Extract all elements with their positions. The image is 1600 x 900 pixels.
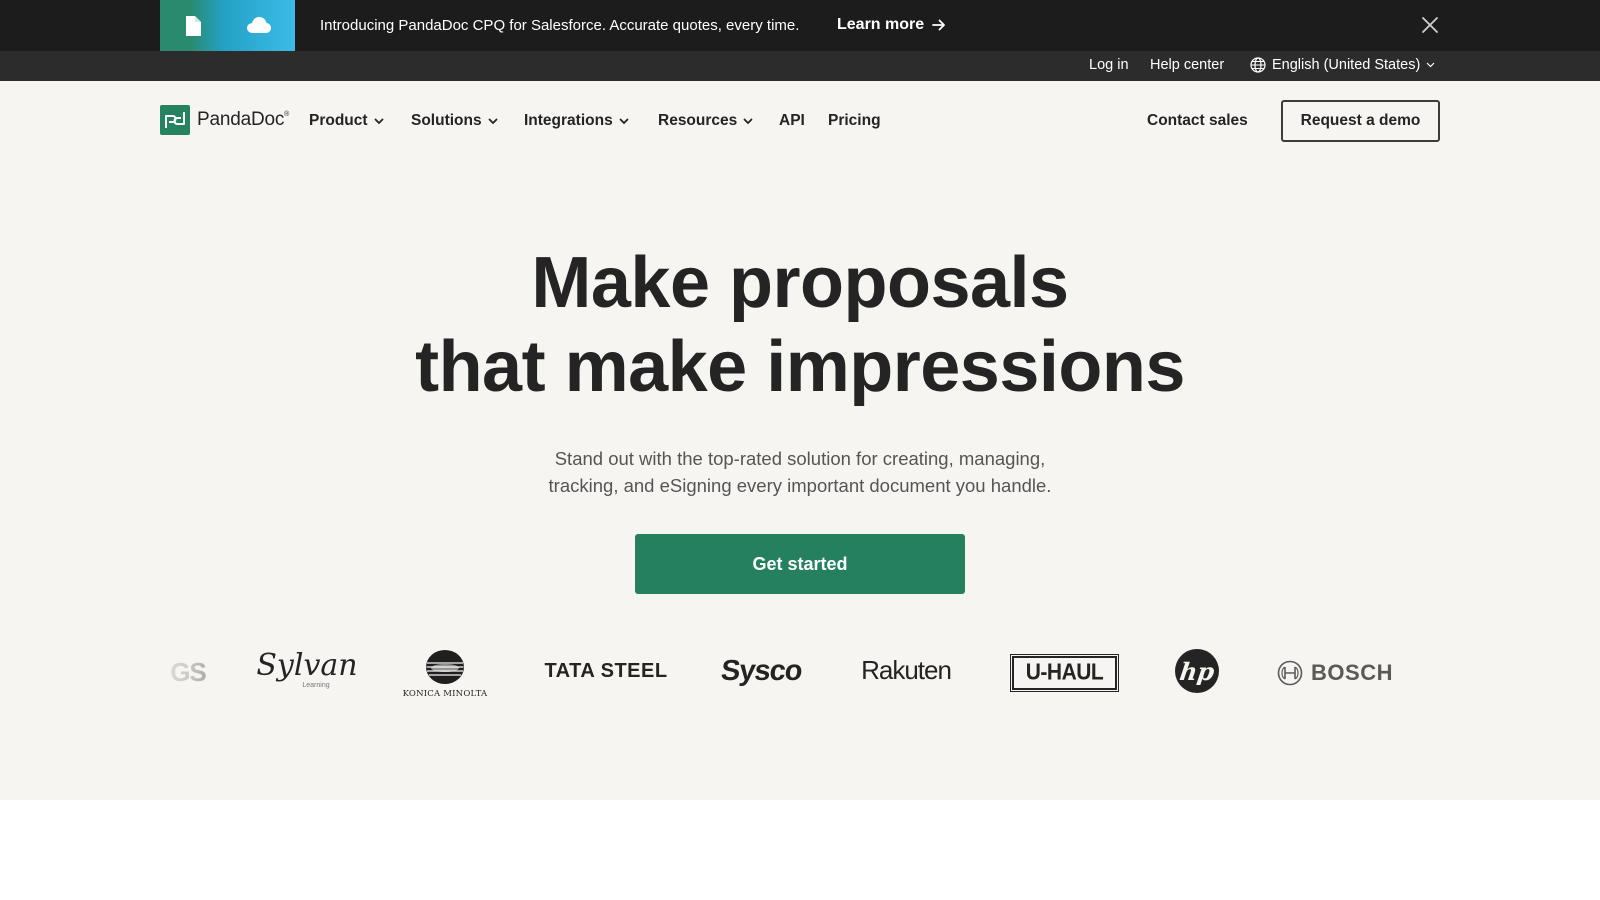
hero-title-line2: that make impressions [415,327,1185,407]
nav-api[interactable]: API [779,112,805,130]
nav-pricing-label: Pricing [828,112,881,129]
pandadoc-logo-mark [160,105,190,135]
logo-bosch: BOSCH [1275,656,1395,690]
nav-product-label: Product [309,112,368,129]
utility-bar: Log in Help center English (United State… [0,51,1600,81]
globe-icon [1250,57,1266,73]
logo-sylvan: Sylvan Learning [256,644,357,696]
logo-rakuten: Rakuten [857,650,955,690]
logo-hp: hp [1175,649,1219,693]
logo-bosch-text: BOSCH [1311,660,1393,685]
logo-tata-steel-text: TATA STEEL [544,659,668,682]
cloud-icon [247,17,271,33]
hero-subtitle: Stand out with the top-rated solution fo… [0,445,1600,499]
language-label: English (United States) [1272,57,1421,73]
logo-konica-minolta-text: KONICA MINOLTA [402,689,488,699]
hero-subtitle-line1: Stand out with the top-rated solution fo… [554,448,1046,469]
hero-title: Make proposals that make impressions [0,241,1600,409]
nav-api-label: API [779,112,805,129]
arrow-right-icon [932,19,946,31]
main-section: PandaDoc® Product Solutions Integrations… [0,81,1600,800]
nav-solutions-label: Solutions [411,112,482,129]
konica-minolta-globe-icon [426,650,464,684]
announcement-text: Introducing PandaDoc CPQ for Salesforce.… [320,17,800,34]
pandadoc-logo[interactable]: PandaDoc® [160,105,289,135]
logo-gs-text: GS [170,656,207,687]
trademark-symbol: ® [284,111,290,118]
hero-title-line1: Make proposals [531,243,1069,323]
logo-uhaul: U-HAUL [1010,654,1119,692]
logo-sylvan-text: Sylvan [256,648,358,683]
logo-rakuten-text: Rakuten [861,654,952,685]
logo-hp-text: hp [1177,656,1217,686]
request-demo-button[interactable]: Request a demo [1281,100,1440,142]
logo-strip-fade-right [1400,639,1470,709]
logo-konica-minolta: KONICA MINOLTA [400,639,490,709]
nav-integrations-label: Integrations [524,112,613,129]
chevron-down-icon [743,118,753,124]
logo-sylvan-sub: Learning [302,682,330,689]
nav-solutions[interactable]: Solutions [411,112,498,130]
hero-subtitle-line2: tracking, and eSigning every important d… [548,475,1052,496]
nav-integrations[interactable]: Integrations [524,112,629,130]
pd-icon [165,112,185,128]
announcement-illustration [160,0,295,51]
nav-resources[interactable]: Resources [658,112,753,130]
announcement-bar: Introducing PandaDoc CPQ for Salesforce.… [0,0,1600,51]
nav-pricing[interactable]: Pricing [828,112,881,130]
chevron-down-icon [374,118,383,124]
logo-gs: GS [163,652,213,692]
logo-uhaul-text: U-HAUL [1025,659,1104,686]
logo-tata-steel: TATA STEEL [544,656,668,686]
language-selector[interactable]: English (United States) [1250,57,1435,73]
get-started-button[interactable]: Get started [635,534,965,594]
login-link[interactable]: Log in [1089,57,1129,73]
contact-sales-link[interactable]: Contact sales [1147,112,1248,130]
learn-more-link[interactable]: Learn more [837,16,946,34]
logo-sysco-text: Sysco [719,654,803,687]
logo-sysco: Sysco [719,651,803,691]
chevron-down-icon [619,118,629,124]
chevron-down-icon [488,118,498,124]
brand-name: PandaDoc® [197,109,289,131]
nav-resources-label: Resources [658,112,738,129]
bosch-armature-icon [1277,660,1303,686]
close-icon[interactable] [1420,15,1440,35]
document-icon [186,16,201,36]
nav-product[interactable]: Product [309,112,384,130]
help-center-link[interactable]: Help center [1150,57,1224,73]
chevron-down-icon [1426,62,1435,68]
brand-name-text: PandaDoc [197,109,285,130]
learn-more-label: Learn more [837,16,925,33]
